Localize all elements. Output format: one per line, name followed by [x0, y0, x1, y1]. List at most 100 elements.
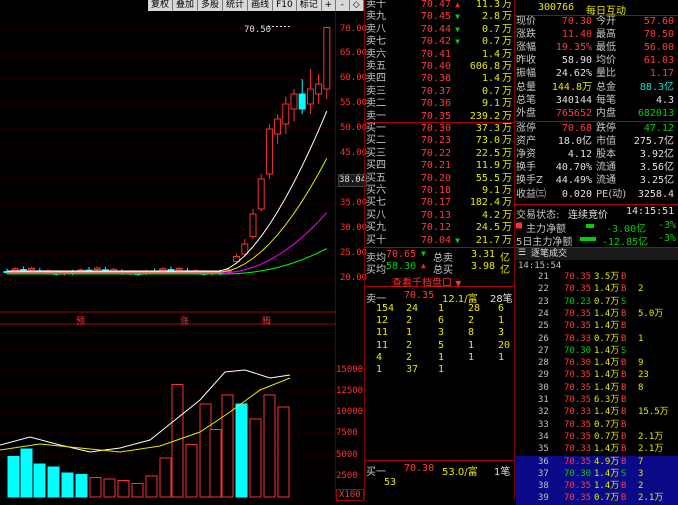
bids-level-label: 买五	[366, 172, 386, 184]
event-mark-3[interactable]: 腾	[262, 314, 271, 327]
queue-cell: 3	[438, 327, 445, 339]
tick-direction: B	[621, 358, 627, 369]
tick-row[interactable]: 29 70.35 1.4万 B 23	[516, 369, 678, 381]
tick-seq: 26	[538, 333, 549, 344]
view-thousand-level-link[interactable]: 查看千档盘口 ▼	[392, 274, 461, 289]
bids-level-row[interactable]: 买六 70.18 9.1 万	[366, 185, 516, 198]
bids-level-row[interactable]: 买八 70.13 4.2 万	[366, 210, 516, 223]
overlay-button[interactable]: 叠加	[173, 0, 199, 11]
tick-volume: 1.4万	[594, 345, 620, 356]
tick-row[interactable]: 31 70.35 6.3万 B	[516, 394, 678, 406]
bids-level-row[interactable]: 买五 70.20 55.5 万	[366, 173, 516, 186]
bids-level-unit: 万	[502, 185, 512, 196]
volume-bar	[89, 477, 102, 498]
bids-level-label: 买十	[366, 234, 386, 246]
tick-price: 70.30	[564, 345, 592, 356]
asks-level-volume: 1.4	[481, 48, 500, 60]
multi-stock-button[interactable]: 多股	[198, 0, 224, 11]
tick-row[interactable]: 22 70.35 1.4万 B 2	[516, 283, 678, 295]
quote-field-label: 股本	[596, 149, 616, 161]
queue-cell: 6	[438, 315, 445, 327]
tick-row[interactable]: 27 70.30 1.4万 S	[516, 345, 678, 357]
asks-level-row[interactable]: 卖六 70.41 1.4 万	[366, 49, 516, 62]
candle-body	[175, 267, 183, 271]
asks-level-row[interactable]: 卖一 70.35 239.2 万	[366, 111, 516, 124]
tick-price: 70.35	[564, 382, 592, 393]
tick-row[interactable]: 36 70.35 4.9万 B 7	[516, 455, 678, 468]
mark-button[interactable]: 标记	[296, 0, 322, 11]
tick-row[interactable]: 23 70.23 0.7万 S	[516, 296, 678, 308]
bids-level-row[interactable]: 买四 70.21 11.9 万	[366, 160, 516, 173]
kline-chart-area[interactable]	[0, 0, 336, 500]
tick-row[interactable]: 37 70.30 1.4万 S 3	[516, 467, 678, 481]
volume-bar	[33, 463, 46, 498]
tick-price: 70.35	[564, 481, 592, 492]
bids-level-row[interactable]: 买七 70.17 182.4 万	[366, 197, 516, 210]
asks-level-row[interactable]: 卖五 70.40 606.8 万	[366, 61, 516, 74]
tick-header: ☰ 逐笔成交	[515, 247, 678, 260]
zoom-in-button[interactable]: +	[321, 0, 336, 11]
tick-row[interactable]: 26 70.33 0.7万 B 1	[516, 333, 678, 345]
bids-level-volume: 37.3	[475, 123, 500, 134]
event-mark-1[interactable]: 预	[76, 314, 85, 327]
asks-level-row[interactable]: 卖三 70.37 0.7 万	[366, 86, 516, 99]
draw-line-button[interactable]: 画线	[248, 0, 274, 11]
tick-row[interactable]: 33 70.35 0.7万 B	[516, 419, 678, 431]
kline-svg[interactable]	[0, 0, 336, 500]
candle-body	[323, 27, 331, 90]
zoom-out-button[interactable]: -	[335, 0, 350, 11]
bids-level-row[interactable]: 买一 70.30 37.3 万	[366, 123, 516, 136]
asks-level-row[interactable]: 卖二 70.36 9.1 万	[366, 98, 516, 111]
asks-level-row[interactable]: 卖八 70.44 ▼ 0.7 万	[366, 24, 516, 37]
fuquan-button[interactable]: 复权	[148, 0, 174, 11]
asks-level-row[interactable]: 卖九 70.45 ▼ 2.8 万	[366, 11, 516, 24]
tick-row[interactable]: 38 70.35 1.4万 B 2	[516, 480, 678, 493]
quote-field-value: 144.8万	[551, 81, 592, 93]
f10-button[interactable]: F10	[273, 0, 297, 11]
candle-body	[306, 88, 314, 105]
tick-row[interactable]: 34 70.35 0.7万 B 2.1万	[516, 431, 678, 443]
tick-direction: B	[621, 321, 627, 332]
tick-row[interactable]: 21 70.35 3.5万 B	[516, 271, 678, 283]
tick-row[interactable]: 25 70.35 1.4万 B	[516, 320, 678, 332]
tick-row[interactable]: 28 70.30 1.4万 B 9	[516, 357, 678, 369]
quote-field-value: 11.40	[561, 29, 592, 41]
queue-cell: 1	[376, 364, 383, 375]
more-icon[interactable]: ◇	[349, 0, 364, 11]
view-thousand-label: 查看千档盘口	[392, 278, 452, 289]
tick-row[interactable]: 24 70.35 1.4万 B 5.0万	[516, 308, 678, 320]
tick-volume: 0.7万	[594, 493, 620, 504]
bids-level-row[interactable]: 买九 70.12 24.5 万	[366, 222, 516, 235]
queue-cell: 11	[376, 327, 389, 339]
bids-level-row[interactable]: 买十 70.04 ▼ 21.7 万	[366, 235, 516, 248]
tick-volume: 6.3万	[594, 395, 620, 405]
candle-body	[265, 128, 273, 175]
quote-field-label: 最高	[596, 29, 616, 41]
bids-level-row[interactable]: 买三 70.22 22.5 万	[366, 148, 516, 161]
bids-level-label: 买六	[366, 185, 386, 196]
candle-body	[298, 93, 306, 110]
asks-level-row[interactable]: 卖七 70.42 ▼ 0.7 万	[366, 36, 516, 49]
tick-row[interactable]: 35 70.33 1.4万 B 2.1万	[516, 443, 678, 455]
tick-price: 70.33	[564, 407, 592, 418]
volume-tick-label: 7500	[336, 428, 358, 438]
tick-row[interactable]: 30 70.35 1.4万 B 8	[516, 382, 678, 394]
tick-price: 70.35	[564, 419, 592, 430]
avg-buy-row: 买均 58.30 ▲ 总买 3.98 亿	[366, 261, 514, 276]
bids-level-row[interactable]: 买二 70.23 73.0 万	[366, 135, 516, 148]
bids-level-volume: 73.0	[475, 135, 500, 147]
main-flow-row[interactable]: ■ 主力净额 -3.00亿 -3%	[516, 220, 678, 235]
five-day-flow-row[interactable]: 5日主力净额 -12.85亿 -3%	[516, 233, 678, 248]
quote-field-value: 24.62%	[555, 68, 592, 80]
asks-level-label: 卖五	[366, 61, 386, 72]
tick-row[interactable]: 39 70.35 0.7万 B 2.1万	[516, 492, 678, 505]
asks-level-row[interactable]: 卖四 70.38 1.4 万	[366, 73, 516, 86]
statistics-button[interactable]: 统计	[223, 0, 249, 11]
tick-row[interactable]: 32 70.33 1.4万 B 15.5万	[516, 406, 678, 418]
tick-price: 70.35	[564, 370, 592, 381]
quote-field-value: 275.7亿	[633, 136, 674, 148]
tick-price: 70.35	[564, 395, 592, 405]
asks-level-row[interactable]: 卖十 70.47 ▲ 11.3 万	[366, 0, 516, 12]
event-mark-2[interactable]: 涨	[180, 314, 189, 327]
quote-field-label: 涨跌	[516, 29, 536, 41]
